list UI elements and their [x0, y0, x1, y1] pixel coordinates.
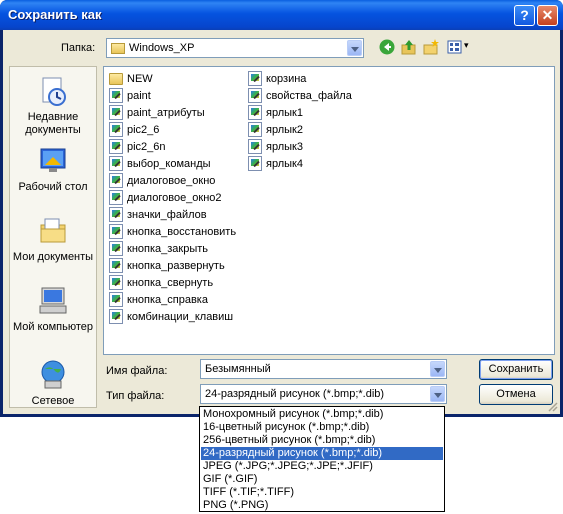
bitmap-file-icon [248, 71, 262, 86]
filename-value: Безымянный [205, 363, 271, 375]
place-label: Недавние документы [25, 111, 81, 136]
item-name: кнопка_свернуть [127, 277, 214, 289]
bitmap-file-icon [248, 88, 262, 103]
filetype-value: 24-разрядный рисунок (*.bmp;*.dib) [205, 388, 385, 400]
item-name: свойства_файла [266, 90, 352, 102]
place-label: Сетевое [31, 395, 75, 407]
filetype-option[interactable]: GIF (*.GIF) [201, 473, 443, 486]
bitmap-file-icon [248, 105, 262, 120]
network-icon [41, 360, 65, 389]
place-recent-documents[interactable]: Недавние документы [10, 75, 96, 137]
filetype-dropdown-list[interactable]: Монохромный рисунок (*.bmp;*.dib) 16-цвет… [199, 406, 445, 512]
item-name: pic2_6 [127, 124, 160, 136]
folder-combo[interactable]: Windows_XP [106, 38, 364, 58]
cancel-button[interactable]: Отмена [479, 384, 553, 405]
places-bar: Недавние документы Рабочий стол Мои доку… [9, 66, 97, 408]
help-button[interactable]: ? [514, 5, 535, 26]
bitmap-file-icon [109, 224, 123, 239]
item-name: ярлык3 [266, 141, 303, 153]
recent-documents-icon [42, 77, 66, 106]
desktop-icon [40, 148, 66, 172]
new-folder-icon[interactable] [423, 39, 439, 55]
folder-icon [109, 73, 123, 85]
back-icon[interactable] [379, 39, 395, 55]
item-name: кнопка_развернуть [127, 260, 225, 272]
folder-icon [111, 43, 125, 54]
place-label: Мои документы [12, 251, 94, 263]
filetype-dropdown-arrow[interactable] [430, 386, 445, 402]
filetype-option[interactable]: 24-разрядный рисунок (*.bmp;*.dib) [201, 447, 443, 460]
bitmap-file-icon [248, 122, 262, 137]
item-name: кнопка_восстановить [127, 226, 237, 238]
bitmap-file-icon [109, 105, 123, 120]
bitmap-file-icon [109, 292, 123, 307]
filename-label: Имя файла: [106, 365, 168, 377]
window-title: Сохранить как [8, 7, 102, 22]
filetype-option[interactable]: 256-цветный рисунок (*.bmp;*.dib) [201, 434, 443, 447]
item-name: значки_файлов [127, 209, 207, 221]
place-network[interactable]: Сетевое [10, 359, 96, 408]
item-name: кнопка_справка [127, 294, 208, 306]
my-computer-icon [39, 287, 67, 314]
place-label: Рабочий стол [18, 181, 88, 193]
item-name: ярлык4 [266, 158, 303, 170]
item-name: комбинации_клавиш [127, 311, 234, 323]
bitmap-file-icon [109, 139, 123, 154]
folder-dropdown-arrow[interactable] [347, 40, 362, 56]
bitmap-file-icon [109, 190, 123, 205]
item-name: ярлык2 [266, 124, 303, 136]
bitmap-file-icon [109, 88, 123, 103]
up-folder-icon[interactable] [401, 39, 417, 55]
bitmap-file-icon [109, 156, 123, 171]
filetype-option[interactable]: PNG (*.PNG) [201, 499, 443, 512]
bitmap-file-icon [109, 207, 123, 222]
views-icon[interactable] [447, 39, 463, 55]
dialog-body: Папка: Windows_XP ▾ Недавние документы Р… [3, 30, 560, 414]
item-name: диалоговое_окно [127, 175, 216, 187]
my-documents-icon [40, 218, 66, 243]
item-name: кнопка_закрыть [127, 243, 209, 255]
item-name: диалоговое_окно2 [127, 192, 222, 204]
file-list[interactable]: NEW paint paint_атрибуты pic2_6 pic2_6n выбор… [103, 66, 555, 355]
filename-dropdown-arrow[interactable] [430, 361, 445, 377]
views-dropdown-arrow[interactable]: ▾ [464, 40, 469, 51]
filetype-option[interactable]: JPEG (*.JPG;*.JPEG;*.JPE;*.JFIF) [201, 460, 443, 473]
close-button[interactable]: ✕ [537, 5, 558, 26]
bitmap-file-icon [248, 139, 262, 154]
save-button[interactable]: Сохранить [479, 359, 553, 380]
bitmap-file-icon [109, 258, 123, 273]
bitmap-file-icon [109, 309, 123, 324]
item-name: pic2_6n [127, 141, 166, 153]
bitmap-file-icon [109, 241, 123, 256]
folder-value: Windows_XP [129, 42, 195, 54]
bitmap-file-icon [109, 275, 123, 290]
save-as-dialog: Сохранить как ? ✕ Папка: Windows_XP ▾ Не… [0, 0, 563, 417]
filetype-option[interactable]: 16-цветный рисунок (*.bmp;*.dib) [201, 421, 443, 434]
item-name: NEW [127, 73, 153, 85]
filetype-select[interactable]: 24-разрядный рисунок (*.bmp;*.dib) [200, 384, 447, 404]
item-name: выбор_команды [127, 158, 211, 170]
item-name: ярлык1 [266, 107, 303, 119]
place-label: Мой компьютер [12, 321, 94, 333]
folder-label: Папка: [61, 42, 96, 54]
filetype-option[interactable]: Монохромный рисунок (*.bmp;*.dib) [201, 408, 443, 421]
title-bar[interactable]: Сохранить как ? ✕ [0, 0, 563, 30]
filetype-option[interactable]: TIFF (*.TIF;*.TIFF) [201, 486, 443, 499]
place-desktop[interactable]: Рабочий стол [10, 145, 96, 194]
resize-grip-icon[interactable] [546, 400, 558, 412]
bitmap-file-icon [109, 122, 123, 137]
item-name: paint [127, 90, 151, 102]
item-name: paint_атрибуты [127, 107, 205, 119]
bitmap-file-icon [248, 156, 262, 171]
item-name: корзина [266, 73, 307, 85]
bitmap-file-icon [109, 173, 123, 188]
filename-input[interactable]: Безымянный [200, 359, 447, 379]
place-my-computer[interactable]: Мой компьютер [10, 285, 96, 334]
place-my-documents[interactable]: Мои документы [10, 215, 96, 264]
filetype-label: Тип файла: [106, 390, 165, 402]
